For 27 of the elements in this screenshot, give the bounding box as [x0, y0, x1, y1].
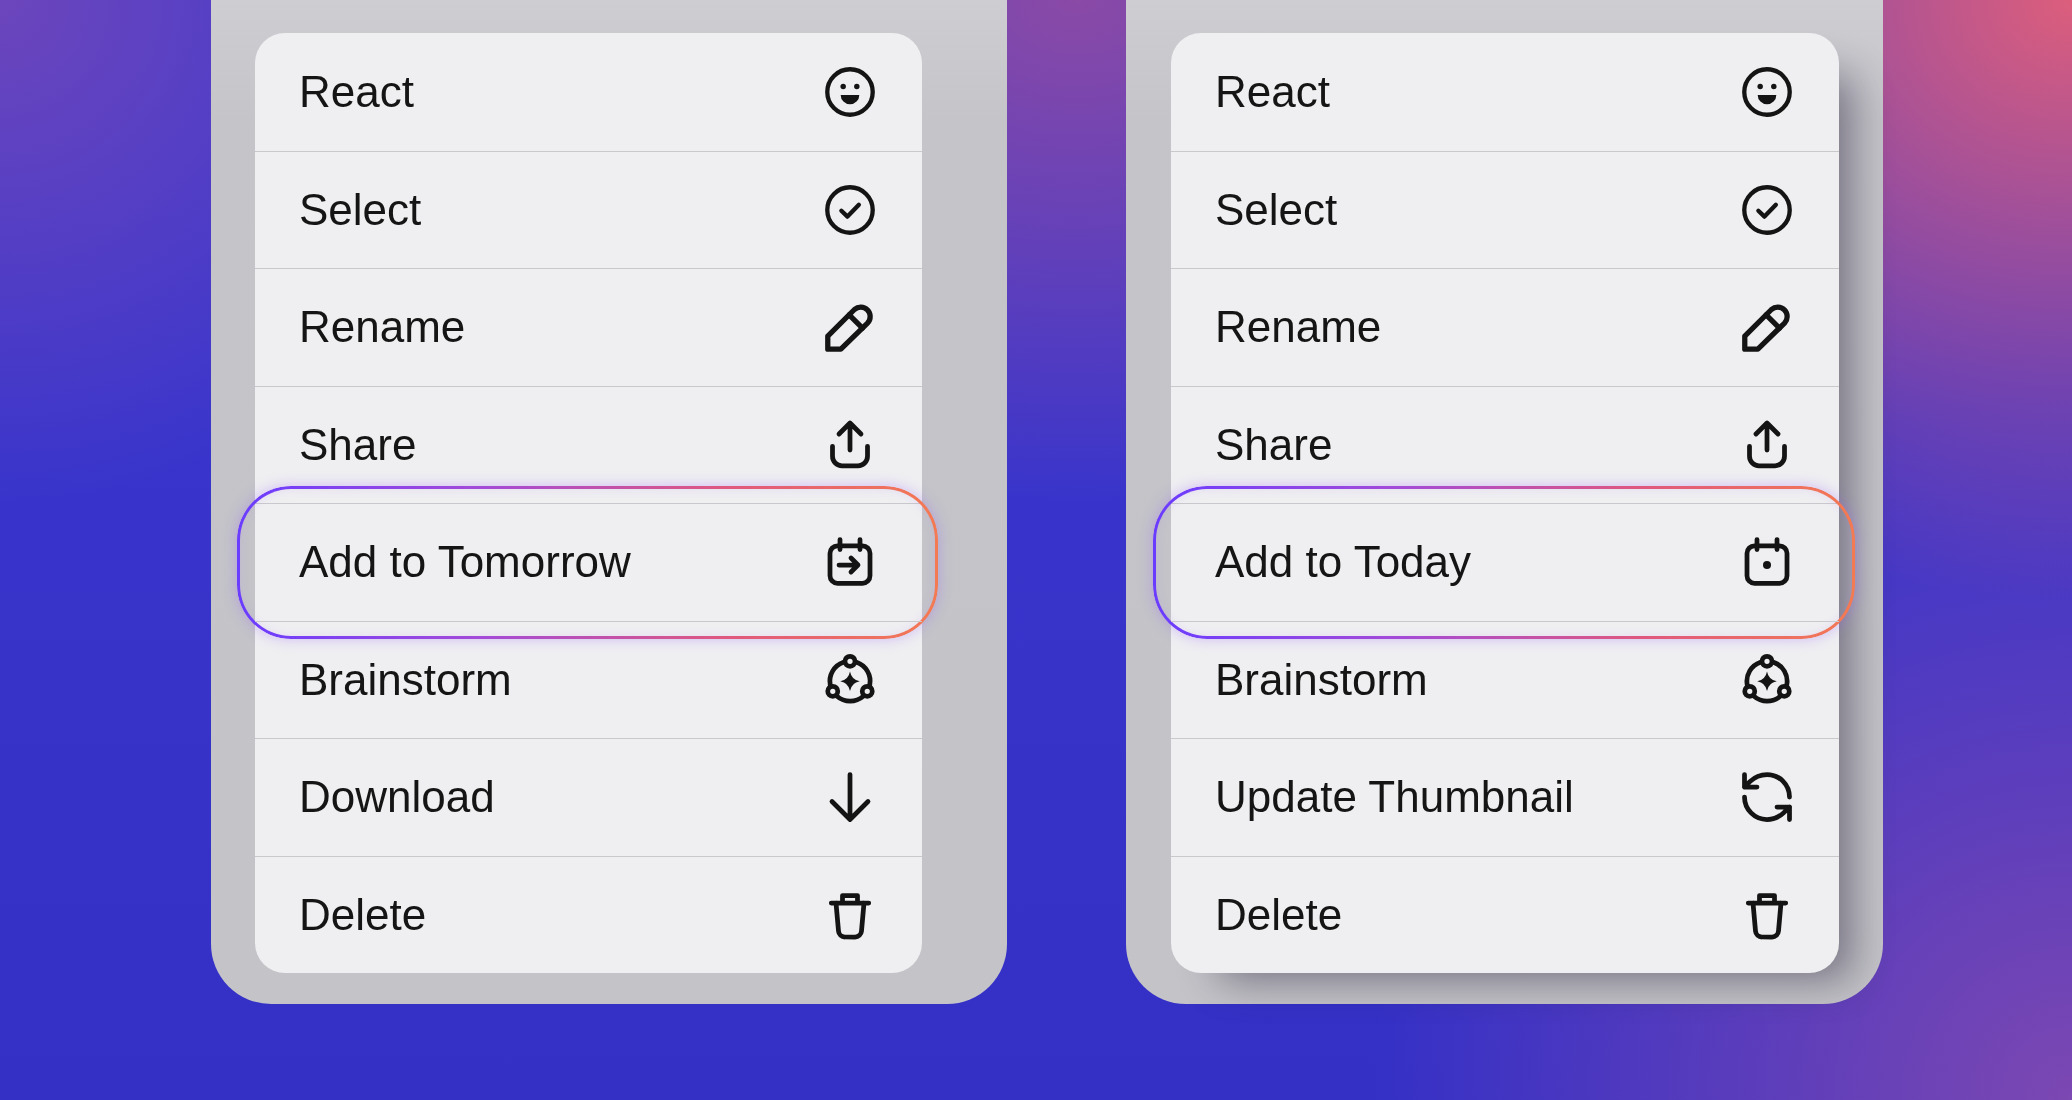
smiley-icon	[825, 66, 875, 117]
menu-item[interactable]: React	[1171, 33, 1839, 151]
menu-item[interactable]: Add to Tomorrow	[255, 504, 922, 621]
pencil-icon	[825, 302, 875, 353]
menu-item[interactable]: Add to Today	[1171, 504, 1839, 621]
pencil-icon	[1742, 302, 1792, 353]
menu-item[interactable]: Delete	[255, 856, 922, 973]
sparkle-nodes-icon	[825, 654, 875, 705]
menu-item[interactable]: Rename	[1171, 269, 1839, 386]
menu-item[interactable]: Update Thumbnail	[1171, 739, 1839, 856]
menu-item[interactable]: Share	[255, 386, 922, 503]
menu-item[interactable]: Delete	[1171, 856, 1839, 973]
menu-item[interactable]: Rename	[255, 269, 922, 386]
calendar-arrow-icon	[825, 537, 875, 588]
check-circle-icon	[825, 184, 875, 235]
menu-item[interactable]: Select	[1171, 151, 1839, 268]
menu-item[interactable]: Download	[255, 739, 922, 856]
check-circle-icon	[1742, 184, 1792, 235]
menu-item[interactable]: Select	[255, 151, 922, 268]
menu-item[interactable]: Brainstorm	[1171, 621, 1839, 738]
menu-item[interactable]: Brainstorm	[255, 621, 922, 738]
menu-item[interactable]: Share	[1171, 386, 1839, 503]
calendar-dot-icon	[1742, 537, 1792, 588]
menu-item[interactable]: React	[255, 33, 922, 151]
refresh-icon	[1742, 772, 1792, 823]
sparkle-nodes-icon	[1742, 654, 1792, 705]
smiley-icon	[1742, 66, 1792, 117]
